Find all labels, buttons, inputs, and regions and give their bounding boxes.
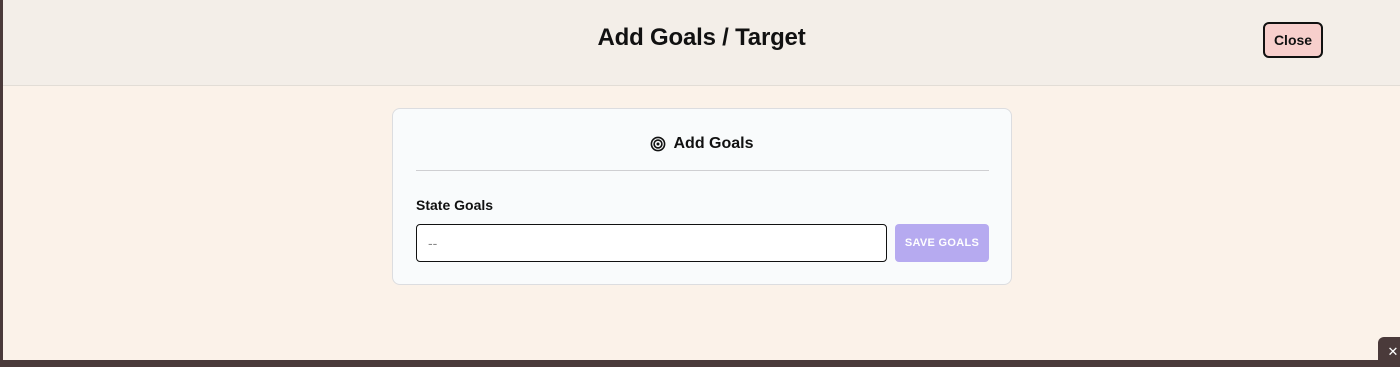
close-button[interactable]: Close [1263, 22, 1323, 58]
close-icon: ✕ [1387, 344, 1399, 359]
card-title: Add Goals [673, 135, 754, 152]
modal-header: Add Goals / Target Close [3, 0, 1400, 86]
save-goals-button[interactable]: SAVE GOALS [895, 224, 989, 262]
add-goals-card: Add Goals State Goals SAVE GOALS [392, 108, 1012, 285]
target-icon [650, 136, 666, 152]
add-goals-modal: Add Goals / Target Close Add Goals State… [3, 0, 1400, 360]
state-goals-input[interactable] [416, 224, 887, 262]
modal-title: Add Goals / Target [597, 24, 806, 51]
card-header: Add Goals [393, 133, 1011, 155]
state-goals-label: State Goals [416, 197, 494, 213]
divider [416, 170, 989, 171]
corner-close-tab[interactable]: ✕ [1378, 337, 1400, 367]
